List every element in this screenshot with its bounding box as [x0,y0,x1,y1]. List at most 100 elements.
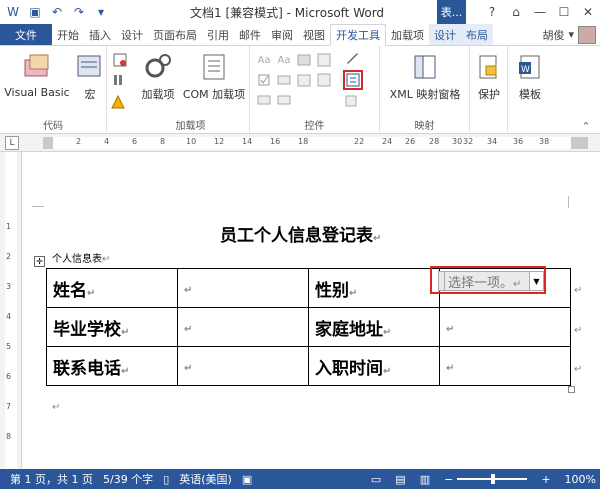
table-cell-label[interactable]: 家庭地址↵ [308,307,440,347]
addins-button[interactable]: 加载项 [138,52,178,102]
proofing-icon[interactable]: ▯ [163,473,169,486]
table-cell-label[interactable]: 联系电话↵ [46,346,178,386]
tab-mailings[interactable]: 邮件 [234,24,266,45]
tab-table-design[interactable]: 设计 [429,24,461,45]
protect-button[interactable]: 保护 [472,52,506,102]
help-icon[interactable]: ? [480,0,504,24]
user-account[interactable]: 胡俊 ▾ [542,24,600,45]
group-code: Visual Basic 宏 代码 [0,46,127,134]
xml-mapping-pane-button[interactable]: XML 映射窗格 [384,52,466,102]
ribbon-options-icon[interactable]: ⌂ [504,0,528,24]
plain-text-control-icon[interactable]: Aa [276,52,292,68]
group-code-label: 代码 [43,121,63,132]
record-macro-icon[interactable] [112,52,128,68]
tab-home[interactable]: 开始 [52,24,84,45]
tab-selector[interactable]: L [5,136,19,150]
zoom-level[interactable]: 100% [565,473,596,486]
dropdown-list-control-icon[interactable] [343,70,363,90]
checkbox-control-icon[interactable] [256,72,272,88]
customize-qat-icon[interactable]: ▾ [92,3,110,21]
ruler-number: 28 [429,137,440,146]
vruler-number: 6 [6,372,12,381]
table-cell-value[interactable]: ↵ [177,346,309,386]
dropdown-control-highlight: 选择一项。↵ ▼ [430,266,546,294]
macro-security-icon[interactable] [110,94,126,110]
tab-table-layout[interactable]: 布局 [461,24,493,45]
ruler-number: 22 [354,137,365,146]
zoom-out-icon[interactable]: − [444,473,453,486]
table-cell-label[interactable]: 性别↵ [308,268,440,308]
macro-record-icon[interactable]: ▣ [242,473,252,486]
visual-basic-icon [22,52,52,82]
ruler-number: 32 [463,137,474,146]
table-cell-value[interactable]: ↵ [177,307,309,347]
properties-icon[interactable] [276,92,292,108]
table-cell-value[interactable]: ↵ [439,307,571,347]
date-picker-control-icon[interactable] [296,72,312,88]
table-cell-label[interactable]: 入职时间↵ [308,346,440,386]
building-block-control-icon[interactable] [316,52,332,68]
language[interactable]: 英语(美国) [179,471,232,487]
table-resize-handle[interactable] [568,386,575,393]
group-addins: 加载项 COM 加载项 加载项 [111,46,250,134]
legacy-tools-icon[interactable] [256,92,272,108]
macro-button[interactable]: 宏 [76,52,104,102]
tab-file[interactable]: 文件 [0,24,52,45]
undo-icon[interactable]: ↶ [48,3,66,21]
print-layout-icon[interactable]: ▤ [395,473,405,486]
row-end-mark: ↵ [574,285,583,296]
ruler-number: 18 [298,137,309,146]
tab-design[interactable]: 设计 [116,24,148,45]
zoom-controls: ▭ ▤ ▥ − + 100% [361,473,600,486]
table-move-handle-icon[interactable]: ✛ [34,256,45,267]
web-layout-icon[interactable]: ▥ [420,473,430,486]
vertical-ruler-strip[interactable] [5,152,17,469]
zoom-slider[interactable] [457,474,528,484]
tab-page-layout[interactable]: 页面布局 [148,24,202,45]
tab-view[interactable]: 视图 [298,24,330,45]
tab-developer[interactable]: 开发工具 [330,24,386,46]
tab-references[interactable]: 引用 [202,24,234,45]
table-cell-label[interactable]: 毕业学校↵ [46,307,178,347]
ruler-strip[interactable]: 2 4 6 8 10 12 14 16 18 22 24 26 28 30 32… [43,137,588,149]
vruler-number: 4 [6,312,12,321]
maximize-button[interactable]: ☐ [552,0,576,24]
chevron-down-icon[interactable]: ▼ [529,272,543,290]
paragraph-mark: ↵ [52,402,61,413]
document-canvas[interactable]: 员工个人信息登记表↵ ✛ 个人信息表↵ 姓名↵ ↵ 性别↵ 毕业学校↵ ↵ 家庭… [22,152,600,469]
read-mode-icon[interactable]: ▭ [371,473,381,486]
visual-basic-button[interactable]: Visual Basic [4,52,70,99]
save-icon[interactable]: ▣ [26,3,44,21]
redo-icon[interactable]: ↷ [70,3,88,21]
ruler-number: 34 [487,137,498,146]
margin-mark-left [32,206,44,207]
word-count[interactable]: 5/39 个字 [103,471,153,487]
margin-mark-right [568,196,569,208]
page-count[interactable]: 第 1 页，共 1 页 [10,471,93,487]
table-cell-value[interactable]: ↵ [177,268,309,308]
table-caption: 个人信息表↵ [52,254,111,265]
minimize-button[interactable]: — [528,0,552,24]
tab-insert[interactable]: 插入 [84,24,116,45]
word-logo-icon[interactable]: W [4,3,22,21]
template-button[interactable]: W 模板 [512,52,548,102]
collapse-ribbon-icon[interactable]: ⌃ [578,118,594,134]
design-mode-icon[interactable] [344,50,360,66]
pause-recording-icon[interactable] [110,72,126,88]
table-cell-value[interactable]: ↵ [439,346,571,386]
close-button[interactable]: ✕ [576,0,600,24]
group-icon[interactable] [344,94,360,110]
tab-addins[interactable]: 加载项 [386,24,429,45]
zoom-in-icon[interactable]: + [541,473,550,486]
rich-text-control-icon[interactable]: Aa [256,52,272,68]
repeating-section-control-icon[interactable] [316,72,332,88]
combo-box-control-icon[interactable] [276,72,292,88]
tab-review[interactable]: 审阅 [266,24,298,45]
horizontal-ruler: L 2 4 6 8 10 12 14 16 18 22 24 26 28 30 … [0,134,600,152]
quick-access-toolbar: W ▣ ↶ ↷ ▾ [0,0,110,24]
com-addins-button[interactable]: COM 加载项 [180,52,248,102]
dropdown-content-control[interactable]: 选择一项。↵ ▼ [438,271,544,291]
xml-mapping-icon [410,52,440,82]
picture-control-icon[interactable] [296,52,312,68]
table-cell-label[interactable]: 姓名↵ [46,268,178,308]
